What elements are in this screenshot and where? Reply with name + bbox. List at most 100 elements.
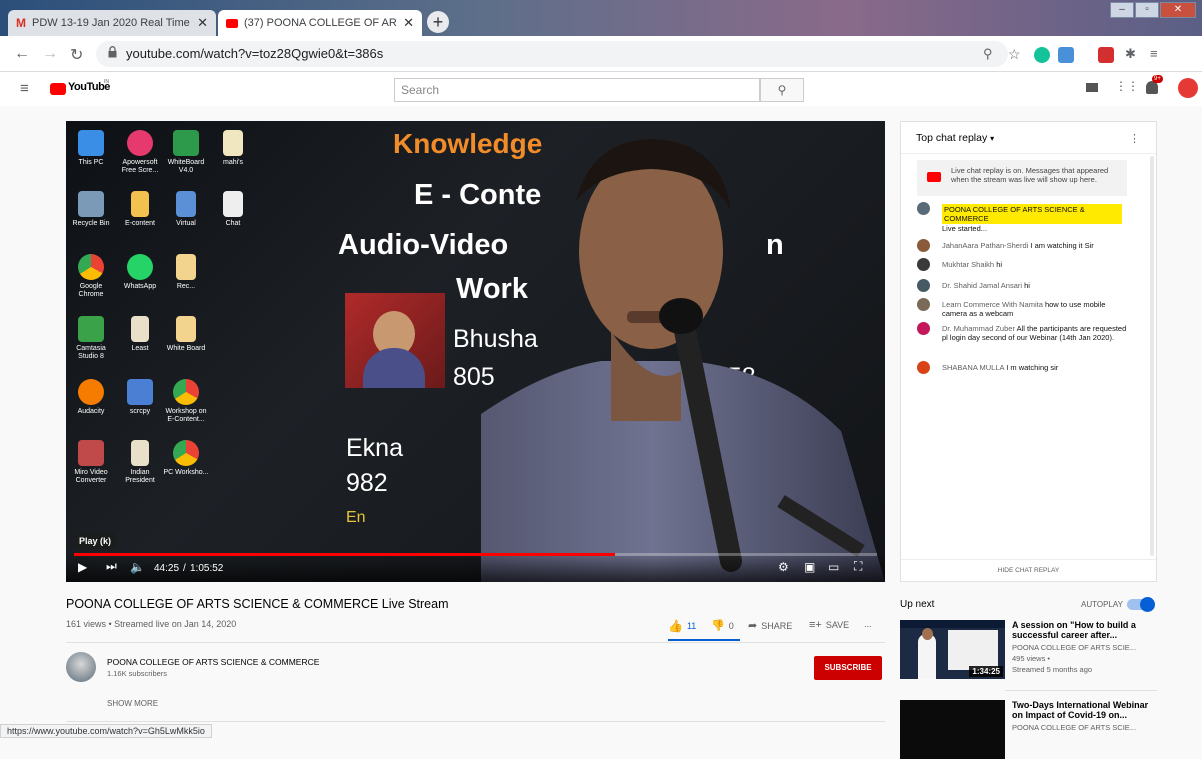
chat-avatar <box>917 279 930 292</box>
youtube-icon <box>927 172 941 182</box>
new-tab-button[interactable]: + <box>427 11 449 33</box>
slide-line: En <box>346 509 366 526</box>
settings-gear-icon[interactable]: ⚙ <box>778 560 789 574</box>
more-actions-button[interactable]: ... <box>864 619 872 629</box>
url-input[interactable]: youtube.com/watch?v=toz28Qgwie0&t=386s <box>96 41 1008 67</box>
grammarly-icon[interactable] <box>1034 47 1050 63</box>
extension-icon[interactable] <box>1058 47 1074 63</box>
slide-line: 982 <box>346 469 388 497</box>
youtube-header: ≡ YouTube IN Search ⚲ ⋮⋮ 9+ <box>0 72 1202 106</box>
time-current: 44:25 <box>154 563 180 574</box>
chat-mode-dropdown[interactable]: Top chat replay ▾ <box>901 122 1156 154</box>
save-button[interactable]: ≡+ SAVE <box>809 619 849 631</box>
theater-mode-icon[interactable]: ▭ <box>828 560 839 574</box>
chat-replay-panel: Top chat replay ▾ ⋮ Live chat replay is … <box>900 121 1157 582</box>
reading-list-icon[interactable]: ≡ <box>1150 46 1158 61</box>
desktop-icon: Recycle Bin <box>67 191 115 228</box>
chat-avatar <box>917 322 930 335</box>
reload-icon[interactable]: ↻ <box>70 45 83 65</box>
desktop-icon: Miro Video Converter <box>67 440 115 485</box>
next-icon[interactable]: ⏭ <box>106 559 117 574</box>
video-meta: 161 views • Streamed live on Jan 14, 202… <box>66 619 237 629</box>
bookmark-star-icon[interactable]: ☆ <box>1008 46 1021 63</box>
video-player[interactable]: This PC Apowersoft Free Scre... WhiteBoa… <box>66 121 885 582</box>
browser-tab-bar: M PDW 13-19 Jan 2020 Real Time E ✕ (37) … <box>0 0 1202 36</box>
video-thumbnail[interactable] <box>900 700 1005 759</box>
share-button[interactable]: ➦ SHARE <box>748 619 792 632</box>
subscribe-button[interactable]: SUBSCRIBE <box>814 656 882 680</box>
chat-avatar <box>917 298 930 311</box>
tab-title: PDW 13-19 Jan 2020 Real Time E <box>32 17 192 29</box>
progress-bar[interactable] <box>74 553 877 556</box>
close-tab-icon[interactable]: ✕ <box>197 15 208 31</box>
desktop-icon: scrcpy <box>116 379 164 416</box>
desktop-icon: mahi's <box>209 130 257 167</box>
channel-avatar[interactable] <box>66 652 96 682</box>
thumbs-up-icon: 👍 <box>668 619 683 633</box>
autoplay-toggle[interactable] <box>1127 597 1155 612</box>
zoom-icon[interactable]: ⚲ <box>983 46 993 62</box>
video-channel[interactable]: POONA COLLEGE OF ARTS SCIE... <box>1012 723 1152 733</box>
playlist-add-icon: ≡+ <box>809 619 822 631</box>
youtube-logo-icon[interactable] <box>50 83 66 95</box>
puzzle-extensions-icon[interactable]: ✱ <box>1125 46 1136 62</box>
desktop-icon: Least <box>116 316 164 353</box>
desktop-icon: Chat <box>209 191 257 228</box>
region-code: IN <box>104 79 109 85</box>
tab-gmail[interactable]: M PDW 13-19 Jan 2020 Real Time E ✕ <box>8 10 216 36</box>
slide-line: Ekna <box>346 434 403 462</box>
menu-hamburger-icon[interactable]: ≡ <box>20 80 29 97</box>
thumbs-down-icon: 👎 <box>711 620 725 632</box>
back-arrow-icon[interactable]: ← <box>14 45 30 63</box>
close-window-button[interactable]: ✕ <box>1160 2 1196 18</box>
chat-notice: Live chat replay is on. Messages that ap… <box>917 160 1127 196</box>
close-tab-icon[interactable]: ✕ <box>403 15 414 31</box>
up-next-label: Up next <box>900 599 935 610</box>
desktop-icon: PC Worksho... <box>162 440 210 477</box>
forward-arrow-icon[interactable]: → <box>42 45 58 63</box>
desktop-icon: White Board <box>162 316 210 353</box>
search-icon: ⚲ <box>777 83 787 97</box>
create-video-icon[interactable] <box>1086 83 1098 92</box>
play-icon[interactable]: ▶ <box>78 560 87 574</box>
volume-icon[interactable]: 🔈 <box>130 560 145 574</box>
chat-avatar <box>917 361 930 374</box>
chat-scrollbar[interactable] <box>1150 156 1154 556</box>
search-button[interactable]: ⚲ <box>760 78 804 102</box>
search-input[interactable]: Search <box>394 78 760 102</box>
video-title[interactable]: A session on "How to build a successful … <box>1012 620 1152 640</box>
presenter-webcam <box>481 139 885 582</box>
player-controls <box>66 552 885 582</box>
caret-down-icon: ▾ <box>990 134 995 143</box>
autoplay-label: AUTOPLAY <box>1081 600 1123 609</box>
time-separator: / <box>183 563 186 574</box>
apps-grid-icon[interactable]: ⋮⋮ <box>1115 79 1139 93</box>
maximize-button[interactable]: ▫ <box>1135 2 1159 18</box>
fullscreen-icon[interactable]: ⛶ <box>854 559 862 574</box>
notification-badge: 9+ <box>1152 75 1163 83</box>
account-avatar[interactable] <box>1178 78 1198 98</box>
dislike-button[interactable]: 👎 0 <box>711 619 734 632</box>
desktop-icon: This PC <box>67 130 115 167</box>
recommended-video[interactable]: 1:34:25 A session on "How to build a suc… <box>900 620 1157 682</box>
video-channel[interactable]: POONA COLLEGE OF ARTS SCIE... <box>1012 643 1152 653</box>
channel-subscribers: 1.16K subscribers <box>107 669 168 678</box>
recommended-video[interactable]: Two-Days International Webinar on Impact… <box>900 700 1157 759</box>
desktop-icon: Google Chrome <box>67 254 115 299</box>
play-tooltip: Play (k) <box>74 533 117 549</box>
chat-menu-icon[interactable]: ⋮ <box>1129 132 1140 145</box>
show-more-button[interactable]: SHOW MORE <box>107 699 158 708</box>
progress-fill <box>74 553 616 556</box>
video-thumbnail[interactable]: 1:34:25 <box>900 620 1005 679</box>
miniplayer-icon[interactable]: ▣ <box>804 560 815 574</box>
tab-youtube[interactable]: (37) POONA COLLEGE OF ARTS S ✕ <box>218 10 422 36</box>
video-title[interactable]: Two-Days International Webinar on Impact… <box>1012 700 1152 720</box>
minimize-button[interactable]: – <box>1110 2 1134 18</box>
desktop-icon: WhatsApp <box>116 254 164 291</box>
channel-name[interactable]: POONA COLLEGE OF ARTS SCIENCE & COMMERCE <box>107 657 319 667</box>
tab-title: (37) POONA COLLEGE OF ARTS S <box>244 17 397 29</box>
pdf-icon[interactable] <box>1098 47 1114 63</box>
video-title: POONA COLLEGE OF ARTS SCIENCE & COMMERCE… <box>66 597 449 611</box>
hide-chat-button[interactable]: HIDE CHAT REPLAY <box>901 559 1156 581</box>
like-button[interactable]: 👍 11 <box>668 619 696 633</box>
